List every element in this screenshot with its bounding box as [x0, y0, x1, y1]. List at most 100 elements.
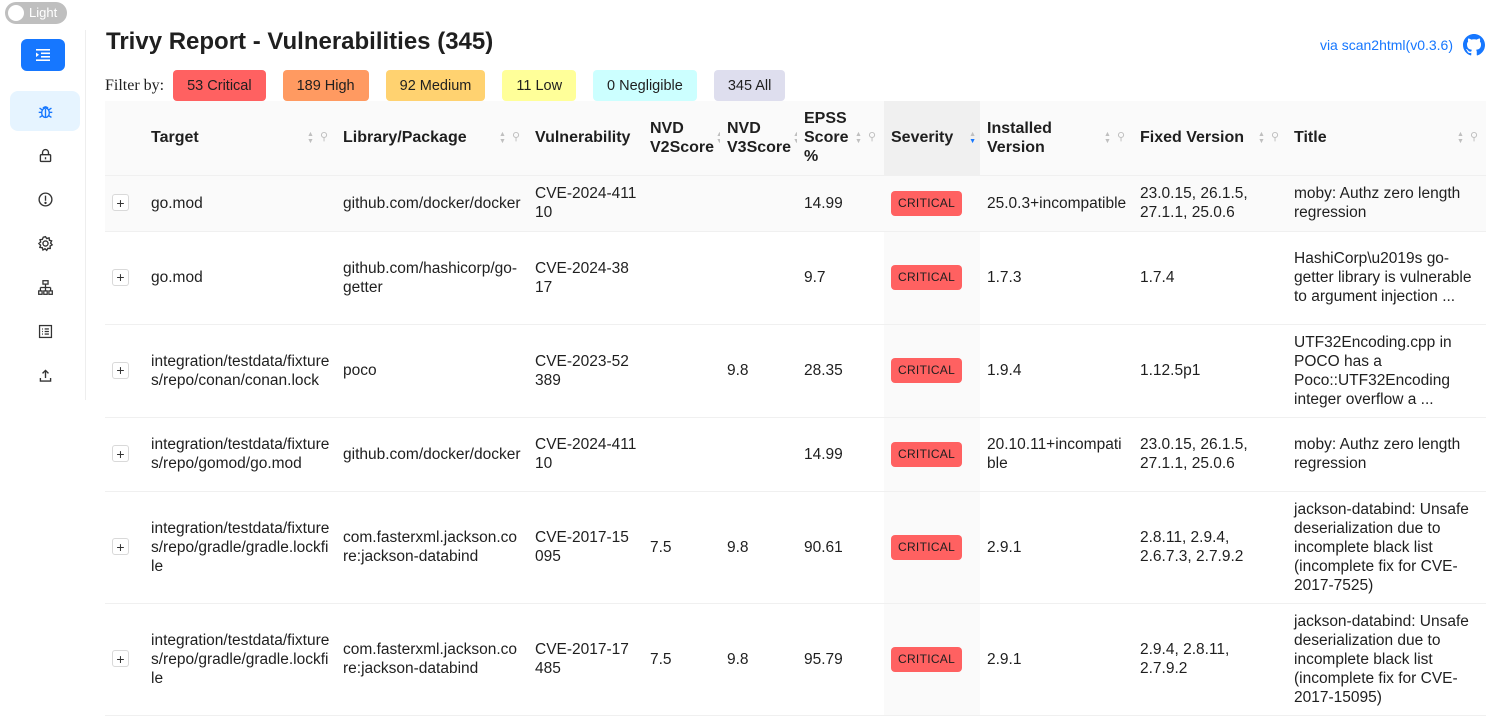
- sort-icon[interactable]: ▲▼: [1258, 131, 1265, 145]
- fixed-version-cell: 2.8.11, 2.9.4, 2.6.7.3, 2.7.9.2: [1133, 491, 1287, 604]
- target-cell: go.mod: [144, 175, 336, 232]
- expand-row-button[interactable]: +: [112, 650, 129, 667]
- cluster-icon: [37, 279, 53, 295]
- expand-cell: +: [105, 417, 144, 492]
- filter-high-button[interactable]: 189 High: [282, 70, 369, 101]
- target-cell: integration/testdata/fixtures/repo/conan…: [144, 324, 336, 418]
- table-row[interactable]: + integration/testdata/fixtures/repo/gra…: [105, 491, 1486, 604]
- column-header-package[interactable]: Library/Package ▲ ▼ ⚲: [336, 101, 528, 176]
- column-header-label: EPSS Score %: [804, 110, 849, 166]
- column-header-fixed[interactable]: Fixed Version ▲ ▼ ⚲: [1133, 101, 1287, 176]
- column-header-nvd-v3[interactable]: NVD V3Score▲▼: [720, 101, 800, 176]
- package-cell: github.com/hashicorp/go-getter: [336, 231, 528, 325]
- filter-all-button[interactable]: 345 All: [713, 70, 786, 101]
- package-cell: github.com/docker/docker: [336, 175, 528, 232]
- filter-negligible-button[interactable]: 0 Negligible: [593, 70, 697, 101]
- expand-cell: +: [105, 175, 144, 232]
- nvd-v3-cell: [720, 175, 797, 232]
- column-header-epss[interactable]: EPSS Score % ▲ ▼ ⚲: [797, 101, 884, 176]
- column-header-label: Installed Version: [987, 119, 1052, 156]
- expand-row-button[interactable]: +: [112, 538, 129, 555]
- nvd-v3-cell: 9.8: [720, 324, 797, 418]
- severity-badge: CRITICAL: [891, 534, 963, 560]
- column-header-target[interactable]: Target ▲ ▼ ⚲: [144, 101, 336, 176]
- expand-cell: +: [105, 603, 144, 716]
- toggle-knob: [8, 5, 24, 21]
- table-row[interactable]: + integration/testdata/fixtures/repo/gom…: [105, 417, 1486, 492]
- column-header-installed[interactable]: Installed Version ▲ ▼ ⚲: [980, 101, 1133, 176]
- sidebar-item-k8s[interactable]: [10, 267, 80, 307]
- column-header-label: NVD V2Score: [650, 119, 715, 156]
- sort-icon[interactable]: ▲▼: [1104, 131, 1111, 145]
- search-icon[interactable]: ⚲: [1271, 128, 1279, 147]
- expand-row-button[interactable]: +: [112, 361, 129, 379]
- filter-low-button[interactable]: 11 Low: [502, 70, 577, 101]
- table-row[interactable]: + integration/testdata/fixtures/repo/gra…: [105, 603, 1486, 716]
- menu-collapse-button[interactable]: [21, 39, 65, 71]
- scan2html-link[interactable]: via scan2html(v0.3.6): [1320, 37, 1453, 53]
- table-row[interactable]: + go.mod github.com/docker/docker CVE-20…: [105, 175, 1486, 232]
- fixed-version-cell: 2.9.4, 2.8.11, 2.7.9.2: [1133, 603, 1287, 716]
- fixed-version-cell: 1.12.5p1: [1133, 324, 1287, 418]
- severity-cell: CRITICAL: [884, 417, 980, 492]
- theme-toggle[interactable]: Light: [5, 2, 67, 24]
- nvd-v2-cell: [643, 417, 720, 492]
- column-header-label: Severity: [891, 129, 954, 147]
- vulnerability-cell: CVE-2024-3817: [528, 231, 643, 325]
- search-icon[interactable]: ⚲: [1117, 128, 1125, 147]
- column-header-severity[interactable]: Severity ▲ ▼: [884, 101, 980, 176]
- severity-cell: CRITICAL: [884, 231, 980, 325]
- column-header-vulnerability[interactable]: Vulnerability: [528, 101, 643, 176]
- epss-cell: 14.99: [797, 417, 884, 492]
- column-header-nvd-v2[interactable]: NVD V2Score▲▼: [643, 101, 723, 176]
- gear-icon: [37, 235, 53, 251]
- column-header-label: Vulnerability: [535, 129, 631, 147]
- filter-medium-button[interactable]: 92 Medium: [385, 70, 486, 101]
- target-cell: go.mod: [144, 231, 336, 325]
- table-row[interactable]: + integration/testdata/fixtures/repo/con…: [105, 324, 1486, 418]
- expand-cell: +: [105, 231, 144, 325]
- installed-version-cell: 2.9.1: [980, 603, 1133, 716]
- installed-version-cell: 1.9.4: [980, 324, 1133, 418]
- table-row[interactable]: + go.mod github.com/hashicorp/go-getter …: [105, 231, 1486, 325]
- expand-row-button[interactable]: +: [112, 445, 129, 462]
- nvd-v2-cell: [643, 324, 720, 418]
- severity-cell: CRITICAL: [884, 491, 980, 604]
- sidebar-item-vulnerabilities[interactable]: [10, 91, 80, 131]
- vulnerability-cell: CVE-2017-17485: [528, 603, 643, 716]
- column-header-title[interactable]: Title ▲ ▼ ⚲: [1287, 101, 1486, 176]
- sort-icon[interactable]: ▲▼: [855, 131, 862, 145]
- search-icon[interactable]: ⚲: [1470, 128, 1478, 147]
- column-header-label: NVD V3Score: [727, 119, 792, 156]
- expand-row-button[interactable]: +: [112, 194, 129, 211]
- sort-icon[interactable]: ▲▼: [969, 131, 976, 145]
- expand-column-header: [105, 101, 144, 176]
- github-icon[interactable]: [1463, 34, 1485, 56]
- title-cell: UTF32Encoding.cpp in POCO has a Poco::UT…: [1287, 324, 1486, 418]
- fixed-version-cell: 1.7.4: [1133, 231, 1287, 325]
- search-icon[interactable]: ⚲: [512, 128, 520, 147]
- vulnerability-cell: CVE-2023-52389: [528, 324, 643, 418]
- severity-cell: CRITICAL: [884, 175, 980, 232]
- filter-critical-button[interactable]: 53 Critical: [173, 70, 266, 101]
- sidebar-item-details[interactable]: [10, 311, 80, 351]
- title-cell: moby: Authz zero length regression: [1287, 417, 1486, 492]
- fixed-version-cell: 23.0.15, 26.1.5, 27.1.1, 25.0.6: [1133, 175, 1287, 232]
- sort-icon[interactable]: ▲▼: [307, 131, 314, 145]
- sidebar-item-upload[interactable]: [10, 355, 80, 395]
- package-cell: github.com/docker/docker: [336, 417, 528, 492]
- filter-bar: Filter by: 53 Critical 189 High 92 Mediu…: [105, 70, 802, 101]
- sidebar-item-misconfigurations[interactable]: [10, 179, 80, 219]
- sidebar-item-settings[interactable]: [10, 223, 80, 263]
- sort-icon[interactable]: ▲▼: [1457, 131, 1464, 145]
- column-header-label: Target: [151, 129, 199, 147]
- nvd-v3-cell: [720, 417, 797, 492]
- sidebar: [0, 30, 86, 400]
- expand-row-button[interactable]: +: [112, 268, 129, 286]
- severity-cell: CRITICAL: [884, 324, 980, 418]
- sidebar-item-secrets[interactable]: [10, 135, 80, 175]
- sort-icon[interactable]: ▲▼: [499, 131, 506, 145]
- nvd-v3-cell: 9.8: [720, 491, 797, 604]
- search-icon[interactable]: ⚲: [868, 128, 876, 147]
- search-icon[interactable]: ⚲: [320, 128, 328, 147]
